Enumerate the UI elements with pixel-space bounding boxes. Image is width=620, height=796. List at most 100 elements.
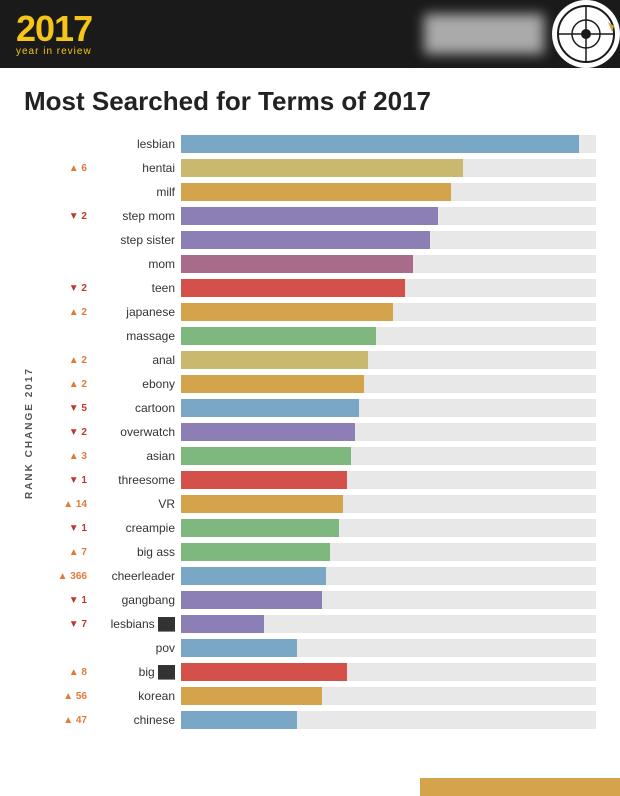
- bar-container: [181, 327, 596, 345]
- bar-row: ▲ 8big ██: [39, 661, 596, 683]
- rank-change-value: ▲ 2: [39, 307, 91, 318]
- bar-row: ▼ 2overwatch: [39, 421, 596, 443]
- bar-row: ▲ 2ebony: [39, 373, 596, 395]
- bar-label: creampie: [91, 521, 181, 535]
- bar-row: ▼ 1threesome: [39, 469, 596, 491]
- bar-row: lesbian: [39, 133, 596, 155]
- bar-row: ▲ 6hentai: [39, 157, 596, 179]
- bar-row: ▲ 366cheerleader: [39, 565, 596, 587]
- rank-change-value: ▼ 2: [39, 283, 91, 294]
- bar-fill: [181, 327, 376, 345]
- bar-row: ▼ 2step mom: [39, 205, 596, 227]
- bar-fill: [181, 375, 364, 393]
- bar-label: step sister: [91, 233, 181, 247]
- page-title: Most Searched for Terms of 2017: [24, 86, 596, 117]
- bar-fill: [181, 159, 463, 177]
- rank-change-value: ▲ 2: [39, 355, 91, 366]
- bar-container: [181, 207, 596, 225]
- rank-change-value: ▲ 2: [39, 379, 91, 390]
- bar-fill: [181, 399, 359, 417]
- bar-label: overwatch: [91, 425, 181, 439]
- bar-fill: [181, 711, 297, 729]
- rank-change-value: ▲ 7: [39, 547, 91, 558]
- bar-container: [181, 303, 596, 321]
- bar-container: [181, 159, 596, 177]
- rank-change-value: ▲ 47: [39, 715, 91, 726]
- bar-fill: [181, 231, 430, 249]
- bar-container: [181, 351, 596, 369]
- bar-row: ▼ 1creampie: [39, 517, 596, 539]
- chart-area: RANK CHANGE 2017 lesbian▲ 6hentaimilf▼ 2…: [24, 133, 596, 733]
- bar-label: big ██: [91, 665, 181, 679]
- bar-row: ▼ 1gangbang: [39, 589, 596, 611]
- header-blur: [424, 14, 544, 54]
- bar-fill: [181, 687, 322, 705]
- bar-label: asian: [91, 449, 181, 463]
- rank-change-value: ▼ 1: [39, 475, 91, 486]
- bar-fill: [181, 279, 405, 297]
- bar-fill: [181, 303, 393, 321]
- bar-label: step mom: [91, 209, 181, 223]
- bar-row: ▲ 2anal: [39, 349, 596, 371]
- bar-container: [181, 471, 596, 489]
- bar-container: [181, 447, 596, 465]
- rank-change-value: ▼ 5: [39, 403, 91, 414]
- bar-row: ▲ 3asian: [39, 445, 596, 467]
- bar-label: japanese: [91, 305, 181, 319]
- bar-row: ▲ 56korean: [39, 685, 596, 707]
- bar-row: massage: [39, 325, 596, 347]
- bar-row: ▼ 2teen: [39, 277, 596, 299]
- bar-container: [181, 591, 596, 609]
- bar-row: ▲ 14VR: [39, 493, 596, 515]
- bar-label: anal: [91, 353, 181, 367]
- bar-row: ▲ 2japanese: [39, 301, 596, 323]
- bar-fill: [181, 255, 413, 273]
- bar-container: [181, 231, 596, 249]
- header-right: [424, 0, 620, 68]
- bar-row: milf: [39, 181, 596, 203]
- bar-container: [181, 567, 596, 585]
- bar-label: gangbang: [91, 593, 181, 607]
- logo-year: 2017: [16, 11, 92, 47]
- bar-container: [181, 135, 596, 153]
- bar-fill: [181, 423, 355, 441]
- bar-row: mom: [39, 253, 596, 275]
- bar-fill: [181, 447, 351, 465]
- rank-change-value: ▲ 8: [39, 667, 91, 678]
- rank-change-value: ▼ 1: [39, 595, 91, 606]
- bar-label: teen: [91, 281, 181, 295]
- bar-label: cheerleader: [91, 569, 181, 583]
- bar-label: threesome: [91, 473, 181, 487]
- rank-change-value: ▲ 56: [39, 691, 91, 702]
- bar-container: [181, 639, 596, 657]
- bar-fill: [181, 183, 451, 201]
- rank-change-value: ▲ 3: [39, 451, 91, 462]
- bar-label: milf: [91, 185, 181, 199]
- bar-label: VR: [91, 497, 181, 511]
- bar-container: [181, 279, 596, 297]
- bar-fill: [181, 615, 264, 633]
- bar-container: [181, 519, 596, 537]
- bar-container: [181, 255, 596, 273]
- rank-change-value: ▼ 2: [39, 427, 91, 438]
- bar-container: [181, 687, 596, 705]
- circle-logo-icon: [556, 4, 616, 64]
- footer-accent: [420, 778, 620, 796]
- header: 2017 year in review: [0, 0, 620, 68]
- bar-row: ▼ 5cartoon: [39, 397, 596, 419]
- rank-change-value: ▲ 6: [39, 163, 91, 174]
- bar-fill: [181, 567, 326, 585]
- bar-fill: [181, 135, 579, 153]
- bar-fill: [181, 351, 368, 369]
- main-content: Most Searched for Terms of 2017 RANK CHA…: [0, 68, 620, 743]
- bar-label: massage: [91, 329, 181, 343]
- bar-label: lesbian: [91, 137, 181, 151]
- logo: 2017 year in review: [16, 11, 92, 57]
- bar-row: ▼ 7lesbians ██: [39, 613, 596, 635]
- bar-label: lesbians ██: [91, 617, 181, 631]
- bar-container: [181, 375, 596, 393]
- bar-fill: [181, 207, 438, 225]
- bar-container: [181, 711, 596, 729]
- bar-label: hentai: [91, 161, 181, 175]
- bar-fill: [181, 471, 347, 489]
